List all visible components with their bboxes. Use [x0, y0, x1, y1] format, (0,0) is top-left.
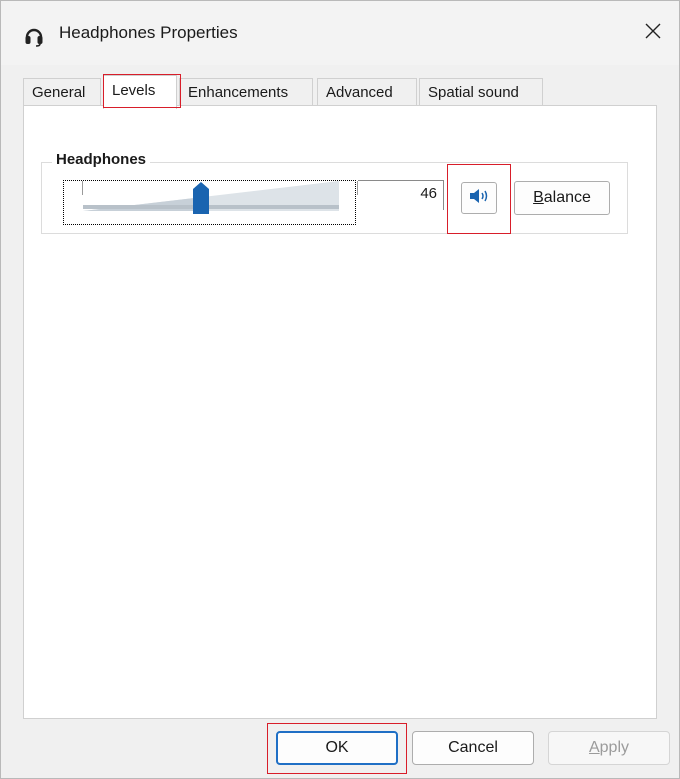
tab-label: Spatial sound: [428, 84, 519, 101]
close-button[interactable]: [633, 13, 673, 53]
apply-accelerator: A: [588, 739, 600, 756]
volume-value-box[interactable]: 46: [358, 180, 444, 210]
volume-value: 46: [420, 185, 437, 202]
apply-button[interactable]: Apply: [548, 731, 670, 765]
tab-label: Levels: [112, 82, 156, 99]
mute-button[interactable]: [461, 182, 497, 214]
tab-label: Enhancements: [188, 84, 289, 101]
tab-spatial-sound[interactable]: Spatial sound: [419, 78, 543, 106]
title-bar: Headphones Properties: [1, 1, 679, 65]
cancel-label: Cancel: [448, 739, 498, 756]
tab-enhancements[interactable]: Enhancements: [179, 78, 313, 106]
headphones-icon: [23, 25, 45, 47]
balance-label: alance: [543, 189, 591, 206]
headphones-level-group: Headphones 46 B alance: [41, 151, 628, 234]
ok-button[interactable]: OK: [276, 731, 398, 765]
properties-window: Headphones Properties General Levels Enh…: [0, 0, 680, 779]
levels-panel: Headphones 46 B alance: [23, 105, 657, 719]
cancel-button[interactable]: Cancel: [412, 731, 534, 765]
balance-accelerator: B: [533, 189, 544, 206]
tab-levels[interactable]: Levels: [103, 75, 177, 109]
tab-label: General: [32, 84, 86, 101]
apply-label: pply: [599, 739, 630, 756]
window-title: Headphones Properties: [59, 23, 238, 42]
volume-slider-thumb[interactable]: [192, 181, 210, 215]
speaker-icon: [468, 187, 490, 210]
tab-advanced[interactable]: Advanced: [317, 78, 417, 106]
group-label: Headphones: [52, 151, 151, 168]
balance-button[interactable]: Balance: [514, 181, 610, 215]
close-icon: [644, 22, 662, 45]
volume-slider-track[interactable]: [83, 181, 339, 211]
tab-general[interactable]: General: [23, 78, 101, 106]
tab-label: Advanced: [326, 84, 393, 101]
ok-label: OK: [325, 739, 349, 756]
